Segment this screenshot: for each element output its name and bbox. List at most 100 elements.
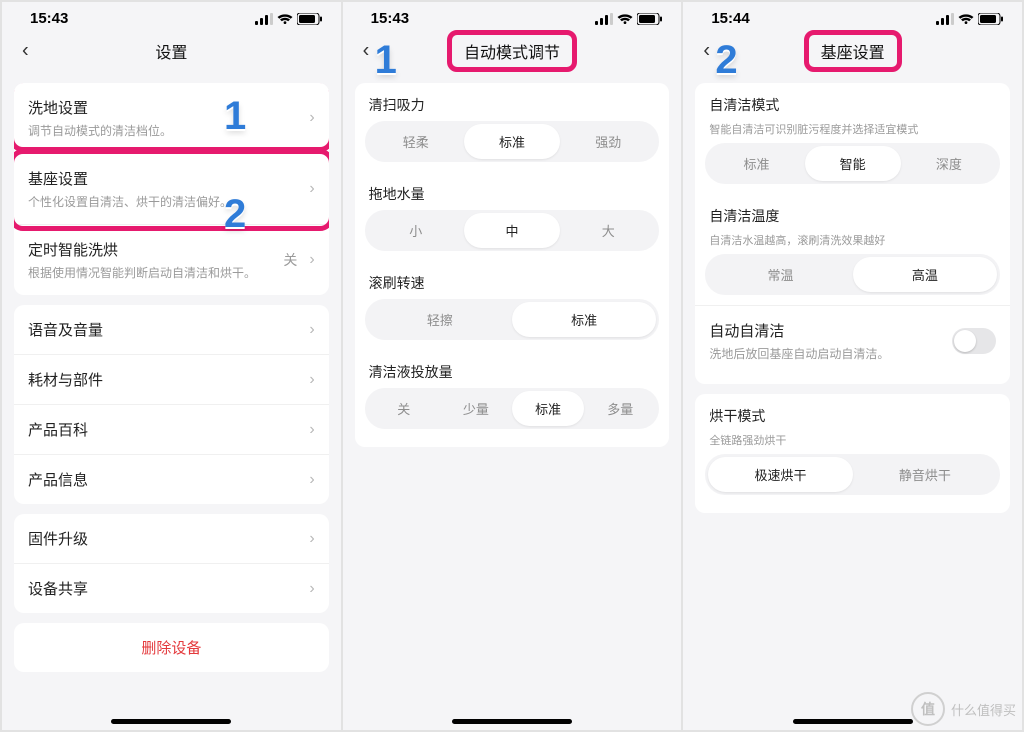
row-base-settings[interactable]: 基座设置 个性化设置自清洁、烘干的清洁偏好。 ›: [14, 153, 329, 224]
status-bar: 15:44: [683, 2, 1022, 29]
opt-mode-0[interactable]: 标准: [708, 146, 804, 181]
battery-icon: [978, 13, 1004, 25]
opt-liquid-0[interactable]: 关: [368, 391, 440, 426]
row-voice[interactable]: 语音及音量 ›: [14, 305, 329, 354]
watermark-label: 什么值得买: [951, 700, 1016, 719]
opt-water-2[interactable]: 大: [560, 213, 656, 248]
label-clean-temp: 自清洁温度: [695, 194, 1010, 232]
chevron-right-icon: ›: [309, 421, 314, 439]
seg-water[interactable]: 小 中 大: [365, 210, 660, 251]
opt-temp-0[interactable]: 常温: [708, 257, 852, 292]
chevron-right-icon: ›: [309, 530, 314, 548]
status-icons: [936, 13, 1004, 25]
row-wiki[interactable]: 产品百科 ›: [14, 404, 329, 454]
seg-liquid[interactable]: 关 少量 标准 多量: [365, 388, 660, 429]
opt-dry-1[interactable]: 静音烘干: [853, 457, 997, 492]
row-subtitle: 个性化设置自清洁、烘干的清洁偏好。: [28, 193, 301, 210]
battery-icon: [297, 13, 323, 25]
settings-group-system: 固件升级 › 设备共享 ›: [14, 514, 329, 613]
opt-suction-0[interactable]: 轻柔: [368, 124, 464, 159]
status-time: 15:44: [711, 10, 749, 27]
label-liquid: 清洁液投放量: [355, 350, 670, 388]
opt-roller-0[interactable]: 轻擦: [368, 302, 512, 337]
wifi-icon: [958, 13, 974, 25]
base-group-2: 烘干模式 全链路强劲烘干 极速烘干 静音烘干: [695, 394, 1010, 513]
signal-icon: [595, 13, 613, 25]
opt-roller-1[interactable]: 标准: [512, 302, 656, 337]
home-indicator[interactable]: [452, 719, 572, 724]
row-subtitle: 根据使用情况智能判断启动自清洁和烘干。: [28, 264, 283, 281]
battery-icon: [637, 13, 663, 25]
opt-mode-2[interactable]: 深度: [901, 146, 997, 181]
row-parts[interactable]: 耗材与部件 ›: [14, 354, 329, 404]
opt-liquid-3[interactable]: 多量: [584, 391, 656, 426]
row-title: 产品信息: [28, 469, 301, 490]
seg-roller[interactable]: 轻擦 标准: [365, 299, 660, 340]
label-clean-mode: 自清洁模式: [695, 83, 1010, 121]
signal-icon: [936, 13, 954, 25]
seg-clean-mode[interactable]: 标准 智能 深度: [705, 143, 1000, 184]
back-button[interactable]: ‹: [695, 36, 718, 67]
back-button[interactable]: ‹: [355, 36, 378, 67]
seg-dry-mode[interactable]: 极速烘干 静音烘干: [705, 454, 1000, 495]
opt-water-0[interactable]: 小: [368, 213, 464, 248]
status-icons: [255, 13, 323, 25]
phone-auto-mode: 15:43 ‹ 自动模式调节 1 清扫吸力 轻柔 标准 强劲 拖地水量 小 中: [343, 2, 682, 730]
opt-suction-2[interactable]: 强劲: [560, 124, 656, 159]
phone-base-settings: 15:44 ‹ 基座设置 2 自清洁模式 智能自清洁可识别脏污程度并选择适宜模式…: [683, 2, 1022, 730]
status-icons: [595, 13, 663, 25]
row-subtitle: 洗地后放回基座自动启动自清洁。: [709, 345, 952, 362]
status-bar: 15:43: [343, 2, 682, 29]
row-wash-settings[interactable]: 洗地设置 调节自动模式的清洁档位。 ›: [14, 83, 329, 153]
chevron-right-icon: ›: [309, 580, 314, 598]
toggle-auto-clean[interactable]: [952, 328, 996, 354]
watermark-icon: 值: [911, 692, 945, 726]
signal-icon: [255, 13, 273, 25]
chevron-right-icon: ›: [309, 471, 314, 489]
row-title: 固件升级: [28, 528, 301, 549]
chevron-right-icon: ›: [309, 109, 314, 127]
chevron-right-icon: ›: [309, 251, 314, 269]
page-title: 基座设置: [804, 30, 902, 72]
label-dry-mode: 烘干模式: [695, 394, 1010, 432]
chevron-right-icon: ›: [309, 371, 314, 389]
home-indicator[interactable]: [793, 719, 913, 724]
wifi-icon: [617, 13, 633, 25]
row-title: 自动自清洁: [709, 320, 952, 341]
page-title: 设置: [155, 39, 187, 63]
delete-device-button[interactable]: 删除设备: [14, 623, 329, 672]
label-roller: 滚刷转速: [355, 261, 670, 299]
page-title: 自动模式调节: [447, 30, 577, 72]
opt-water-1[interactable]: 中: [464, 213, 560, 248]
header: ‹ 设置: [2, 29, 341, 73]
label-water: 拖地水量: [355, 172, 670, 210]
row-subtitle: 调节自动模式的清洁档位。: [28, 122, 301, 139]
opt-dry-0[interactable]: 极速烘干: [708, 457, 852, 492]
settings-group-info: 语音及音量 › 耗材与部件 › 产品百科 › 产品信息 ›: [14, 305, 329, 504]
opt-liquid-1[interactable]: 少量: [440, 391, 512, 426]
opt-liquid-2[interactable]: 标准: [512, 391, 584, 426]
watermark: 值 什么值得买: [911, 692, 1016, 726]
row-firmware[interactable]: 固件升级 ›: [14, 514, 329, 563]
row-share[interactable]: 设备共享 ›: [14, 563, 329, 613]
header: ‹ 基座设置: [683, 29, 1022, 73]
seg-suction[interactable]: 轻柔 标准 强劲: [365, 121, 660, 162]
opt-mode-1[interactable]: 智能: [805, 146, 901, 181]
opt-temp-1[interactable]: 高温: [853, 257, 997, 292]
row-schedule[interactable]: 定时智能洗烘 根据使用情况智能判断启动自清洁和烘干。 关 ›: [14, 224, 329, 295]
status-bar: 15:43: [2, 2, 341, 29]
sub-clean-temp: 自清洁水温越高，滚刷清洗效果越好: [695, 232, 1010, 254]
auto-mode-group: 清扫吸力 轻柔 标准 强劲 拖地水量 小 中 大 滚刷转速 轻擦 标准 清洁液投…: [355, 83, 670, 447]
home-indicator[interactable]: [111, 719, 231, 724]
seg-clean-temp[interactable]: 常温 高温: [705, 254, 1000, 295]
row-title: 定时智能洗烘: [28, 239, 283, 260]
opt-suction-1[interactable]: 标准: [464, 124, 560, 159]
chevron-right-icon: ›: [309, 180, 314, 198]
row-title: 洗地设置: [28, 97, 301, 118]
delete-label: 删除设备: [141, 637, 201, 658]
row-auto-clean: 自动自清洁 洗地后放回基座自动启动自清洁。: [695, 305, 1010, 376]
row-info[interactable]: 产品信息 ›: [14, 454, 329, 504]
settings-group-delete: 删除设备: [14, 623, 329, 672]
row-title: 产品百科: [28, 419, 301, 440]
back-button[interactable]: ‹: [14, 36, 37, 67]
